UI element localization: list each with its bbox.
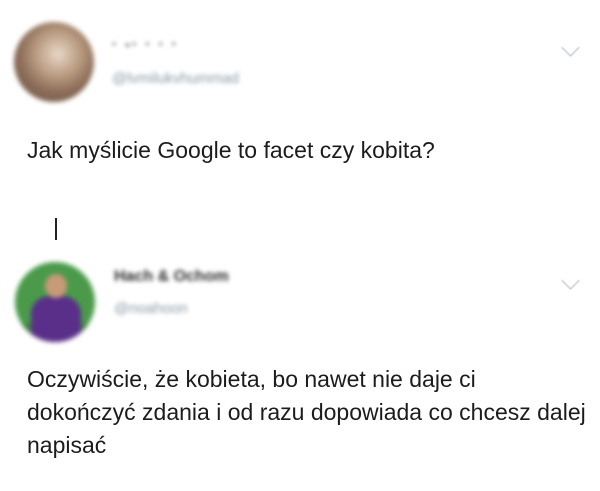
tweet-text: Jak myślicie Google to facet czy kobita?	[27, 137, 435, 163]
avatar-figure-head	[45, 274, 67, 298]
chevron-down-icon[interactable]	[561, 38, 580, 57]
author-name[interactable]: Hach & Ochom	[114, 268, 229, 286]
avatar[interactable]	[14, 22, 94, 102]
tweet-card[interactable]: · -· · · · @lvmilukvhummad Jak myślicie …	[0, 0, 600, 230]
avatar[interactable]	[15, 262, 95, 342]
avatar-figure-body	[31, 296, 81, 342]
tweet-text: Oczywiście, że kobieta, bo nawet nie daj…	[27, 366, 586, 458]
chevron-down-icon[interactable]	[561, 271, 580, 290]
tweet-thread: · -· · · · @lvmilukvhummad Jak myślicie …	[0, 0, 600, 491]
author-handle[interactable]: @noahoon	[114, 300, 188, 317]
author-name[interactable]: · -· · · ·	[112, 36, 179, 53]
author-handle[interactable]: @lvmilukvhummad	[112, 70, 239, 87]
tweet-card[interactable]: Hach & Ochom @noahoon Oczywiście, że kob…	[0, 232, 600, 491]
